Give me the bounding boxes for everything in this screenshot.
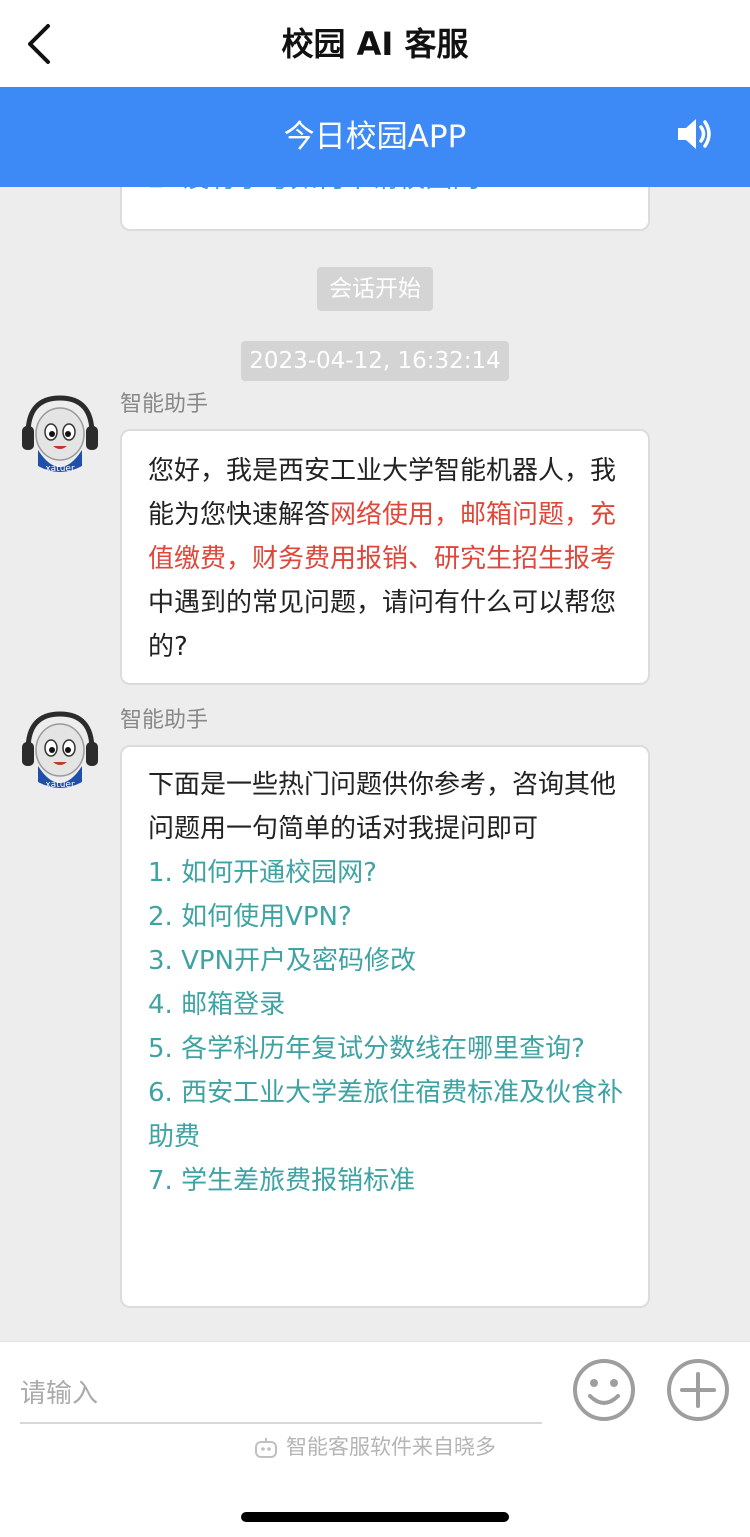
message-text: 下面是一些热门问题供你参考，咨询其他问题用一句简单的话对我提问即可 1. 如何开…: [148, 763, 632, 1203]
hot-question-link[interactable]: 1. 如何开通校园网?: [148, 851, 632, 895]
bot-avatar-icon: xatuer: [22, 711, 98, 790]
page-title: 校园 AI 客服: [281, 25, 469, 63]
powered-by-credit: 智能客服软件来自晓多: [0, 1432, 750, 1462]
hot-questions-intro: 下面是一些热门问题供你参考，咨询其他问题用一句简单的话对我提问即可: [148, 770, 617, 844]
robot-icon: [255, 1438, 277, 1458]
timestamp-badge: 2023-04-12, 16:32:14: [241, 341, 509, 381]
hot-question-link[interactable]: 4. 邮箱登录: [148, 983, 632, 1027]
emoji-icon[interactable]: [572, 1358, 636, 1422]
speaker-icon[interactable]: [674, 114, 714, 154]
bot-message-bubble: 下面是一些热门问题供你参考，咨询其他问题用一句简单的话对我提问即可 1. 如何开…: [120, 745, 650, 1308]
previous-message-bubble: 2. 没有学号如何申请校园网？: [120, 187, 650, 231]
add-icon[interactable]: [666, 1358, 730, 1422]
message-input[interactable]: [20, 1366, 542, 1424]
input-bar: 智能客服软件来自晓多: [0, 1341, 750, 1470]
hot-question-link[interactable]: 7. 学生差旅费报销标准: [148, 1159, 632, 1203]
hot-question-link[interactable]: 6. 西安工业大学差旅住宿费标准及伙食补助费: [148, 1071, 632, 1159]
bot-avatar-icon: xatuer: [22, 395, 98, 474]
svg-text:xatuer: xatuer: [45, 780, 75, 790]
home-indicator: [241, 1512, 509, 1522]
hot-question-link[interactable]: 2. 如何使用VPN?: [148, 895, 632, 939]
session-start-badge: 会话开始: [317, 267, 433, 311]
previous-question-link[interactable]: 2. 没有学号如何申请校园网？: [148, 187, 506, 199]
hot-question-link[interactable]: 3. VPN开户及密码修改: [148, 939, 632, 983]
svg-text:xatuer: xatuer: [45, 464, 75, 474]
sender-name: 智能助手: [120, 392, 209, 417]
app-bar: 今日校园APP: [0, 87, 750, 187]
credit-text: 智能客服软件来自晓多: [286, 1435, 496, 1459]
top-nav-bar: 校园 AI 客服: [0, 0, 750, 87]
hot-question-link[interactable]: 5. 各学科历年复试分数线在哪里查询?: [148, 1027, 632, 1071]
sender-name: 智能助手: [120, 708, 209, 733]
home-indicator-area: [0, 1470, 750, 1537]
message-text: 您好，我是西安工业大学智能机器人，我能为您快速解答网络使用，邮箱问题，充值缴费，…: [148, 456, 617, 662]
bot-message-bubble: 您好，我是西安工业大学智能机器人，我能为您快速解答网络使用，邮箱问题，充值缴费，…: [120, 429, 650, 685]
app-bar-title: 今日校园APP: [283, 119, 467, 155]
chat-area[interactable]: 2. 没有学号如何申请校园网？ 会话开始 2023-04-12, 16:32:1…: [0, 187, 750, 1341]
